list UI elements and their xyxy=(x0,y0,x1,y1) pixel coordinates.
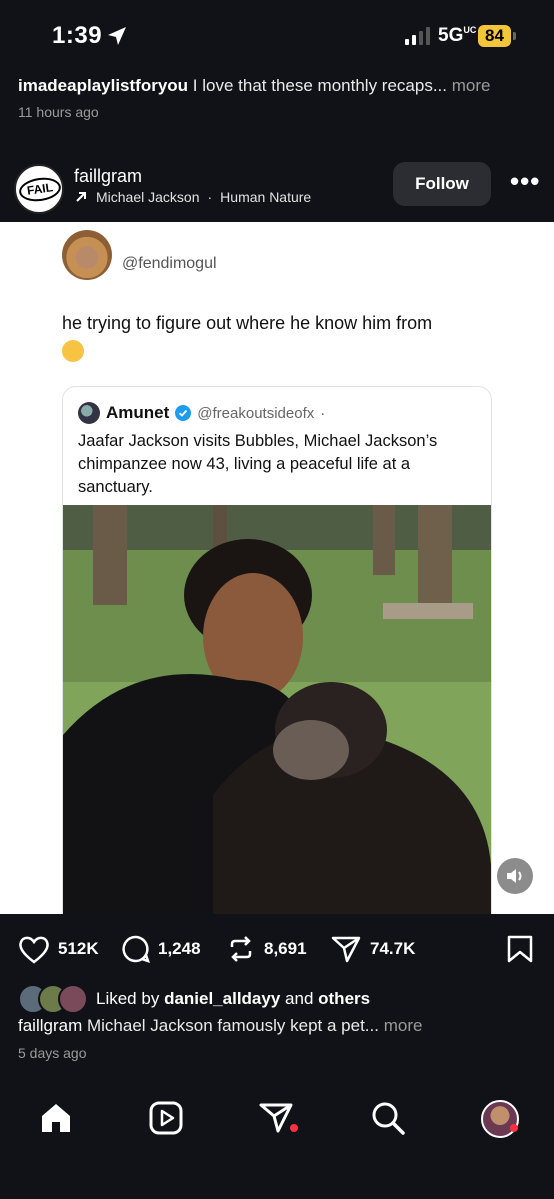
liked-by-user[interactable]: daniel_alldayy xyxy=(164,989,280,1009)
share-button[interactable]: 74.7K xyxy=(330,934,415,964)
quoted-name: Amunet xyxy=(106,403,170,422)
action-bar: 512K 1,248 8,691 74.7K xyxy=(0,914,554,994)
like-count: 512K xyxy=(58,939,99,958)
repost-icon xyxy=(230,936,252,962)
repost-button[interactable]: 8,691 xyxy=(226,934,307,964)
verified-badge-icon xyxy=(175,405,192,421)
crying-emoji-icon xyxy=(62,340,84,363)
previous-caption: I love that these monthly recaps... xyxy=(192,76,447,95)
signal-icon xyxy=(405,27,430,45)
follow-button[interactable]: Follow xyxy=(393,162,491,206)
post-caption[interactable]: faillgram Michael Jackson famously kept … xyxy=(18,1016,422,1036)
home-icon[interactable] xyxy=(38,1100,74,1136)
photo xyxy=(63,505,491,914)
battery-nub xyxy=(513,32,516,40)
liked-by-row[interactable]: Liked by daniel_alldayy and others xyxy=(18,984,370,1014)
mute-button[interactable] xyxy=(497,858,533,894)
send-icon[interactable] xyxy=(258,1100,294,1136)
location-arrow-icon xyxy=(108,27,126,45)
quoted-avatar xyxy=(78,402,100,424)
previous-post-caption: imadeaplaylistforyou I love that these m… xyxy=(0,70,554,148)
previous-timestamp: 11 hours ago xyxy=(18,104,99,120)
post-header: FAIL faillgram Michael Jackson · Human N… xyxy=(0,148,554,222)
profile-avatar[interactable] xyxy=(481,1100,519,1138)
caption-more-link[interactable]: more xyxy=(384,1016,423,1035)
post-username[interactable]: faillgram xyxy=(74,166,142,187)
tweet-text: he trying to figure out where he know hi… xyxy=(62,310,502,363)
repost-count: 8,691 xyxy=(264,939,307,958)
audio-attribution[interactable]: Michael Jackson · Human Nature xyxy=(74,189,311,205)
comment-button[interactable]: 1,248 xyxy=(120,934,201,964)
tweet-avatar xyxy=(62,230,112,280)
audio-track: Human Nature xyxy=(220,189,312,205)
quoted-separator: · xyxy=(320,404,326,422)
quoted-handle: @freakoutsideofx xyxy=(197,404,315,422)
more-options-icon[interactable]: ••• xyxy=(510,168,540,194)
post-media[interactable]: @fendimogul he trying to figure out wher… xyxy=(0,222,554,914)
caption-text: Michael Jackson famously kept a pet... xyxy=(86,1016,379,1035)
quoted-tweet: Amunet @freakoutsideofx · Jaafar Jackson… xyxy=(62,386,492,914)
previous-caption-text[interactable]: imadeaplaylistforyou I love that these m… xyxy=(18,76,490,96)
share-count: 74.7K xyxy=(370,939,416,958)
clock: 1:39 xyxy=(52,22,103,49)
notification-dot xyxy=(510,1124,518,1132)
speaker-icon xyxy=(507,869,522,883)
audio-artist: Michael Jackson xyxy=(96,189,200,205)
liked-by-and: and xyxy=(285,989,314,1008)
heart-icon xyxy=(19,936,49,964)
tweet-handle: @fendimogul xyxy=(122,255,217,272)
comment-count: 1,248 xyxy=(158,939,201,958)
save-button[interactable] xyxy=(506,934,534,964)
like-button[interactable]: 512K xyxy=(18,934,99,964)
liked-by-prefix: Liked by xyxy=(96,989,160,1008)
avatar[interactable]: FAIL xyxy=(14,164,64,214)
avatar-logo-text: FAIL xyxy=(17,175,63,204)
liker-avatar xyxy=(58,984,88,1014)
battery-indicator: 84 xyxy=(478,25,511,47)
caption-username[interactable]: faillgram xyxy=(18,1016,82,1035)
notification-dot xyxy=(290,1124,298,1132)
liked-by-others[interactable]: others xyxy=(318,989,370,1009)
previous-username[interactable]: imadeaplaylistforyou xyxy=(18,76,188,95)
network-label: 5GUC xyxy=(438,25,477,46)
status-bar: 1:39 5GUC 84 xyxy=(0,0,554,70)
arrow-up-right-icon xyxy=(76,192,86,202)
photo-scene-icon xyxy=(63,505,491,914)
comment-icon xyxy=(122,935,150,963)
search-icon[interactable] xyxy=(370,1100,406,1136)
post-timestamp: 5 days ago xyxy=(18,1045,87,1061)
bottom-nav xyxy=(0,1072,554,1199)
quoted-tweet-header: Amunet @freakoutsideofx · xyxy=(78,402,325,424)
bookmark-icon xyxy=(507,935,533,963)
quoted-text: Jaafar Jackson visits Bubbles, Michael J… xyxy=(78,432,438,496)
reels-icon[interactable] xyxy=(148,1100,184,1136)
tweet-text-body: he trying to figure out where he know hi… xyxy=(62,313,433,333)
send-icon xyxy=(331,936,361,963)
previous-more-link[interactable]: more xyxy=(452,76,491,95)
audio-separator: · xyxy=(207,189,213,205)
